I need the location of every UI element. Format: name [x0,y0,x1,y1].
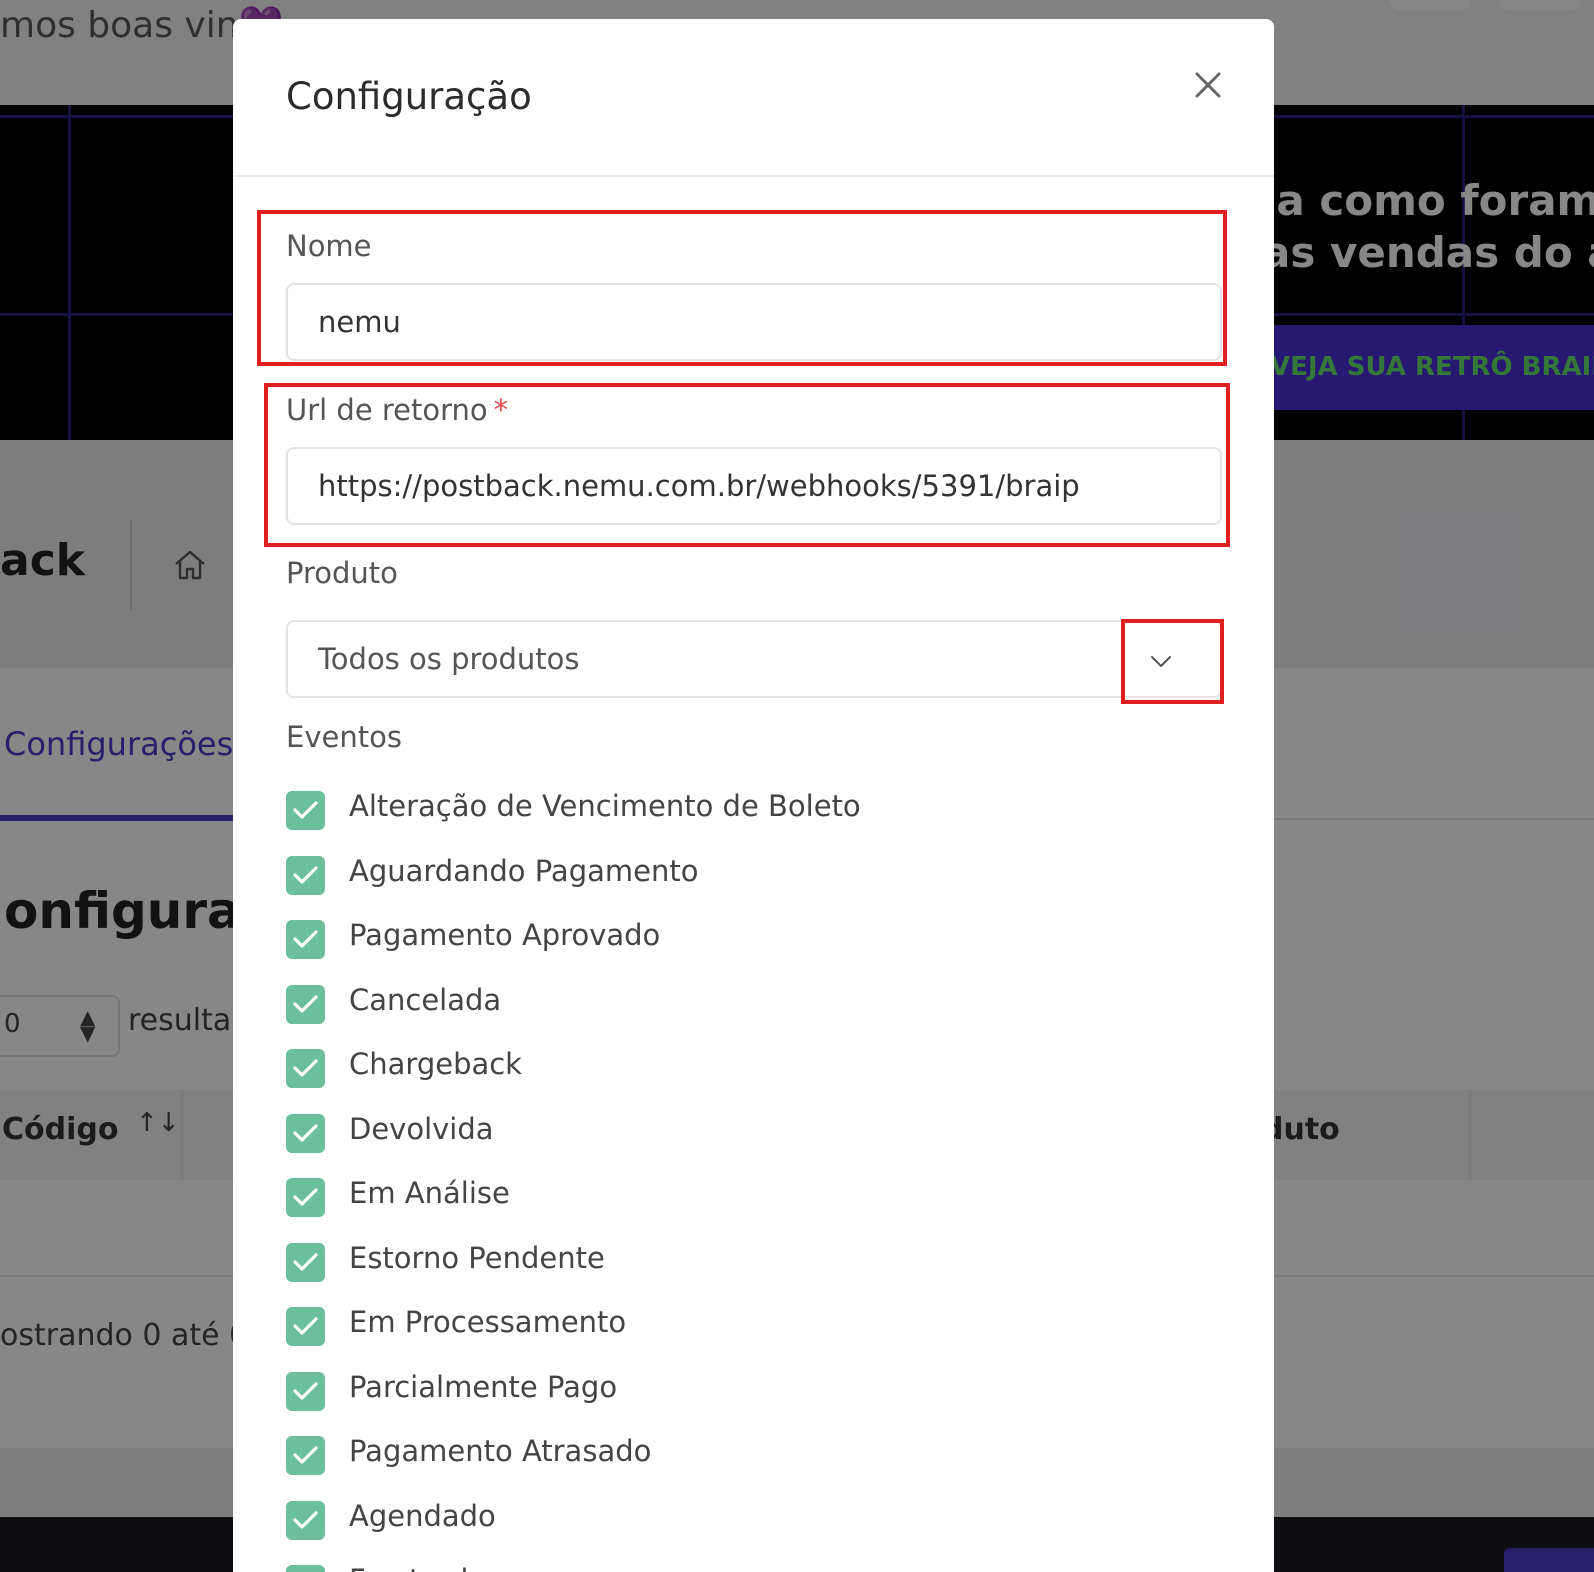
event-label: Pagamento Aprovado [349,918,661,952]
event-label: Frustrada [349,1563,486,1572]
url-input[interactable] [286,447,1222,525]
event-item[interactable]: Frustrada [286,1559,1226,1572]
product-label: Produto [286,556,398,590]
checkbox[interactable] [286,1371,325,1411]
event-label: Parcialmente Pago [349,1369,618,1404]
event-item[interactable]: Pagamento Aprovado [286,914,1226,979]
url-label: Url de retorno * [286,393,509,427]
product-select[interactable]: Todos os produtos [286,620,1222,698]
check-icon [293,930,318,948]
check-icon [293,801,318,819]
event-item[interactable]: Em Análise [286,1172,1226,1237]
event-label: Pagamento Atrasado [349,1434,652,1468]
check-icon [293,865,318,884]
event-label: Em Análise [349,1176,510,1210]
event-item[interactable]: Em Processamento [286,1301,1226,1366]
checkbox[interactable] [286,1565,325,1572]
check-icon [293,1446,318,1464]
event-item[interactable]: Pagamento Atrasado [286,1430,1226,1495]
check-icon [293,1252,318,1271]
event-item[interactable]: Aguardando Pagamento [286,850,1226,915]
modal-header: Configuração [233,19,1274,177]
checkbox[interactable] [286,920,325,959]
event-label: Estorno Pendente [349,1240,605,1275]
event-label: Agendado [349,1498,496,1533]
event-item[interactable]: Estorno Pendente [286,1237,1226,1302]
check-icon [293,1188,318,1206]
events-label: Eventos [286,720,402,754]
event-item[interactable]: Chargeback [286,1043,1226,1108]
event-item[interactable]: Devolvida [286,1108,1226,1173]
check-icon [293,1317,318,1335]
close-icon[interactable] [1188,65,1228,105]
event-label: Aguardando Pagamento [349,853,699,888]
check-icon [293,994,318,1013]
configuration-modal: Configuração Nome Url de retorno* Produt… [233,19,1274,1572]
name-input[interactable] [286,283,1222,361]
checkbox[interactable] [286,1242,325,1282]
modal-title: Configuração [286,75,532,118]
checkbox[interactable] [286,1049,325,1088]
check-icon [293,1123,318,1142]
chevron-down-icon[interactable] [1148,648,1174,674]
event-item[interactable]: Agendado [286,1495,1226,1560]
name-label: Nome [286,229,372,263]
event-item[interactable]: Cancelada [286,979,1226,1044]
check-icon [293,1059,318,1077]
checkbox[interactable] [286,1113,325,1153]
event-item[interactable]: Parcialmente Pago [286,1366,1226,1431]
events-list: Alteração de Vencimento de Boleto Aguard… [286,785,1226,1572]
checkbox[interactable] [286,984,325,1024]
event-label: Em Processamento [349,1305,627,1339]
checkbox[interactable] [286,1500,325,1540]
checkbox[interactable] [286,855,325,895]
required-mark: * [493,393,509,427]
checkbox[interactable] [286,1178,325,1217]
check-icon [293,1510,318,1529]
check-icon [293,1381,318,1400]
event-label: Cancelada [349,982,502,1017]
event-item[interactable]: Alteração de Vencimento de Boleto [286,785,1226,850]
event-label: Alteração de Vencimento de Boleto [349,789,861,823]
checkbox[interactable] [286,1436,325,1475]
checkbox[interactable] [286,791,325,830]
product-select-value: Todos os produtos [318,642,580,676]
event-label: Devolvida [349,1111,494,1146]
event-label: Chargeback [349,1047,522,1081]
checkbox[interactable] [286,1307,325,1346]
